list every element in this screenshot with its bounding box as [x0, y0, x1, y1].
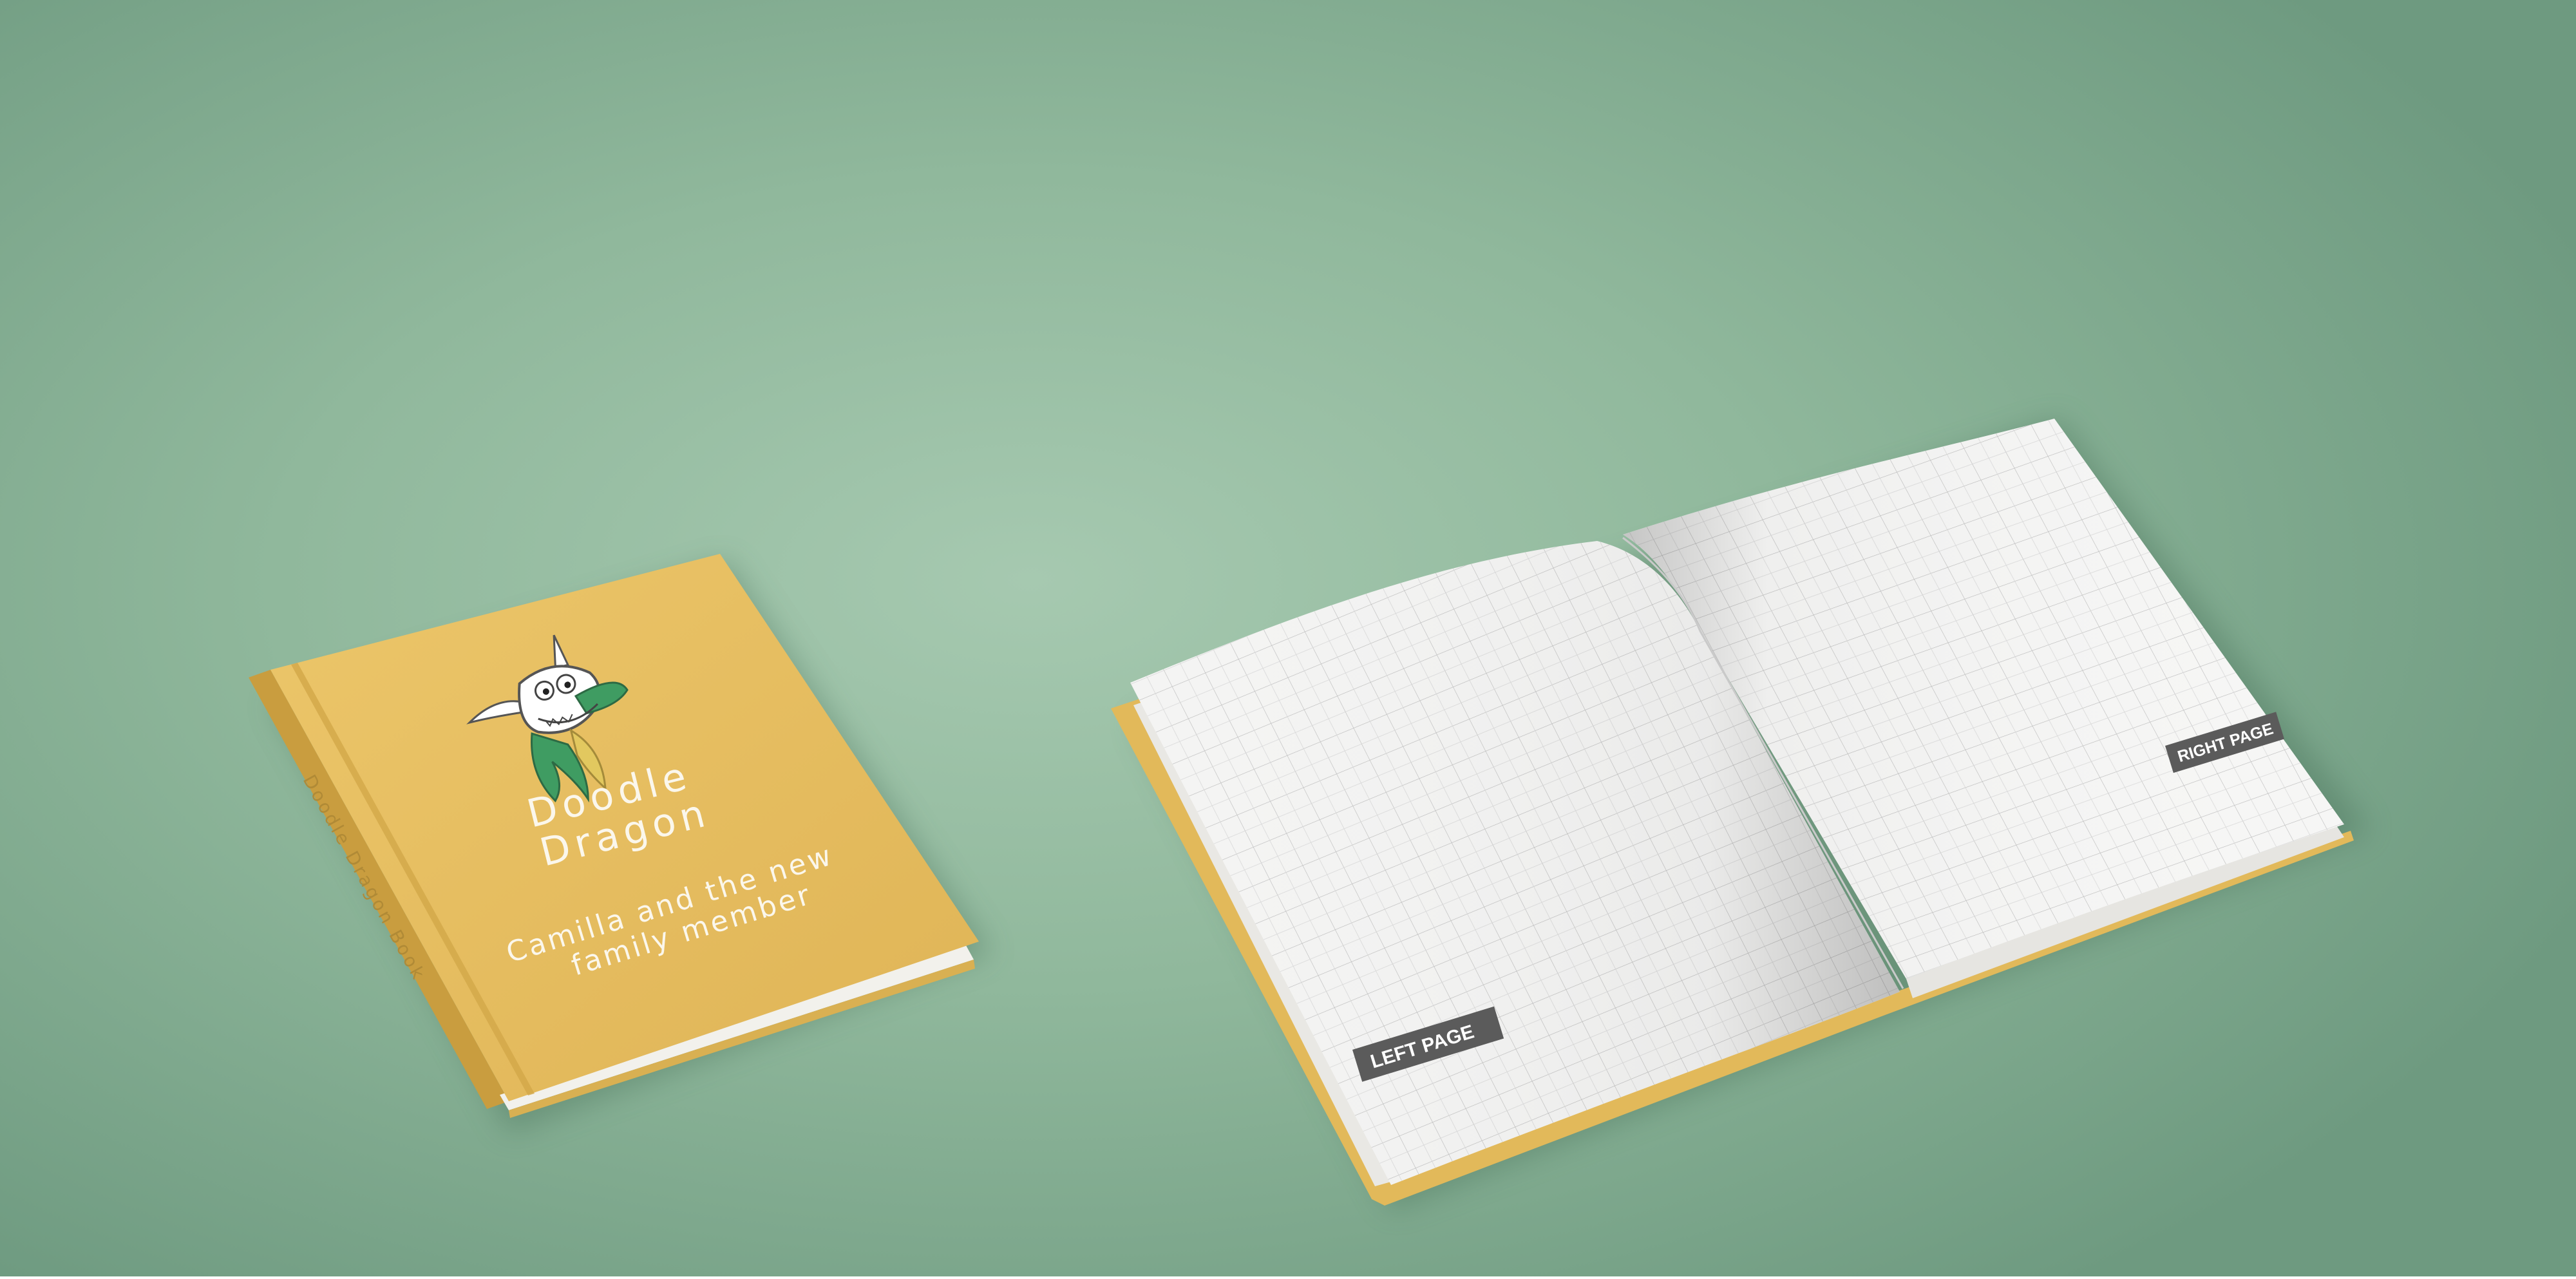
mockup-canvas: Doodle Dragon Book Doodle Dragon Camilla…	[249, 419, 2370, 1211]
open-book: LEFT PAGE RIGHT PAGE	[1111, 419, 2370, 1211]
mockup-scene: Doodle Dragon Book Doodle Dragon Camilla…	[0, 0, 2576, 1276]
closed-book: Doodle Dragon Book Doodle Dragon Camilla…	[249, 554, 992, 1133]
